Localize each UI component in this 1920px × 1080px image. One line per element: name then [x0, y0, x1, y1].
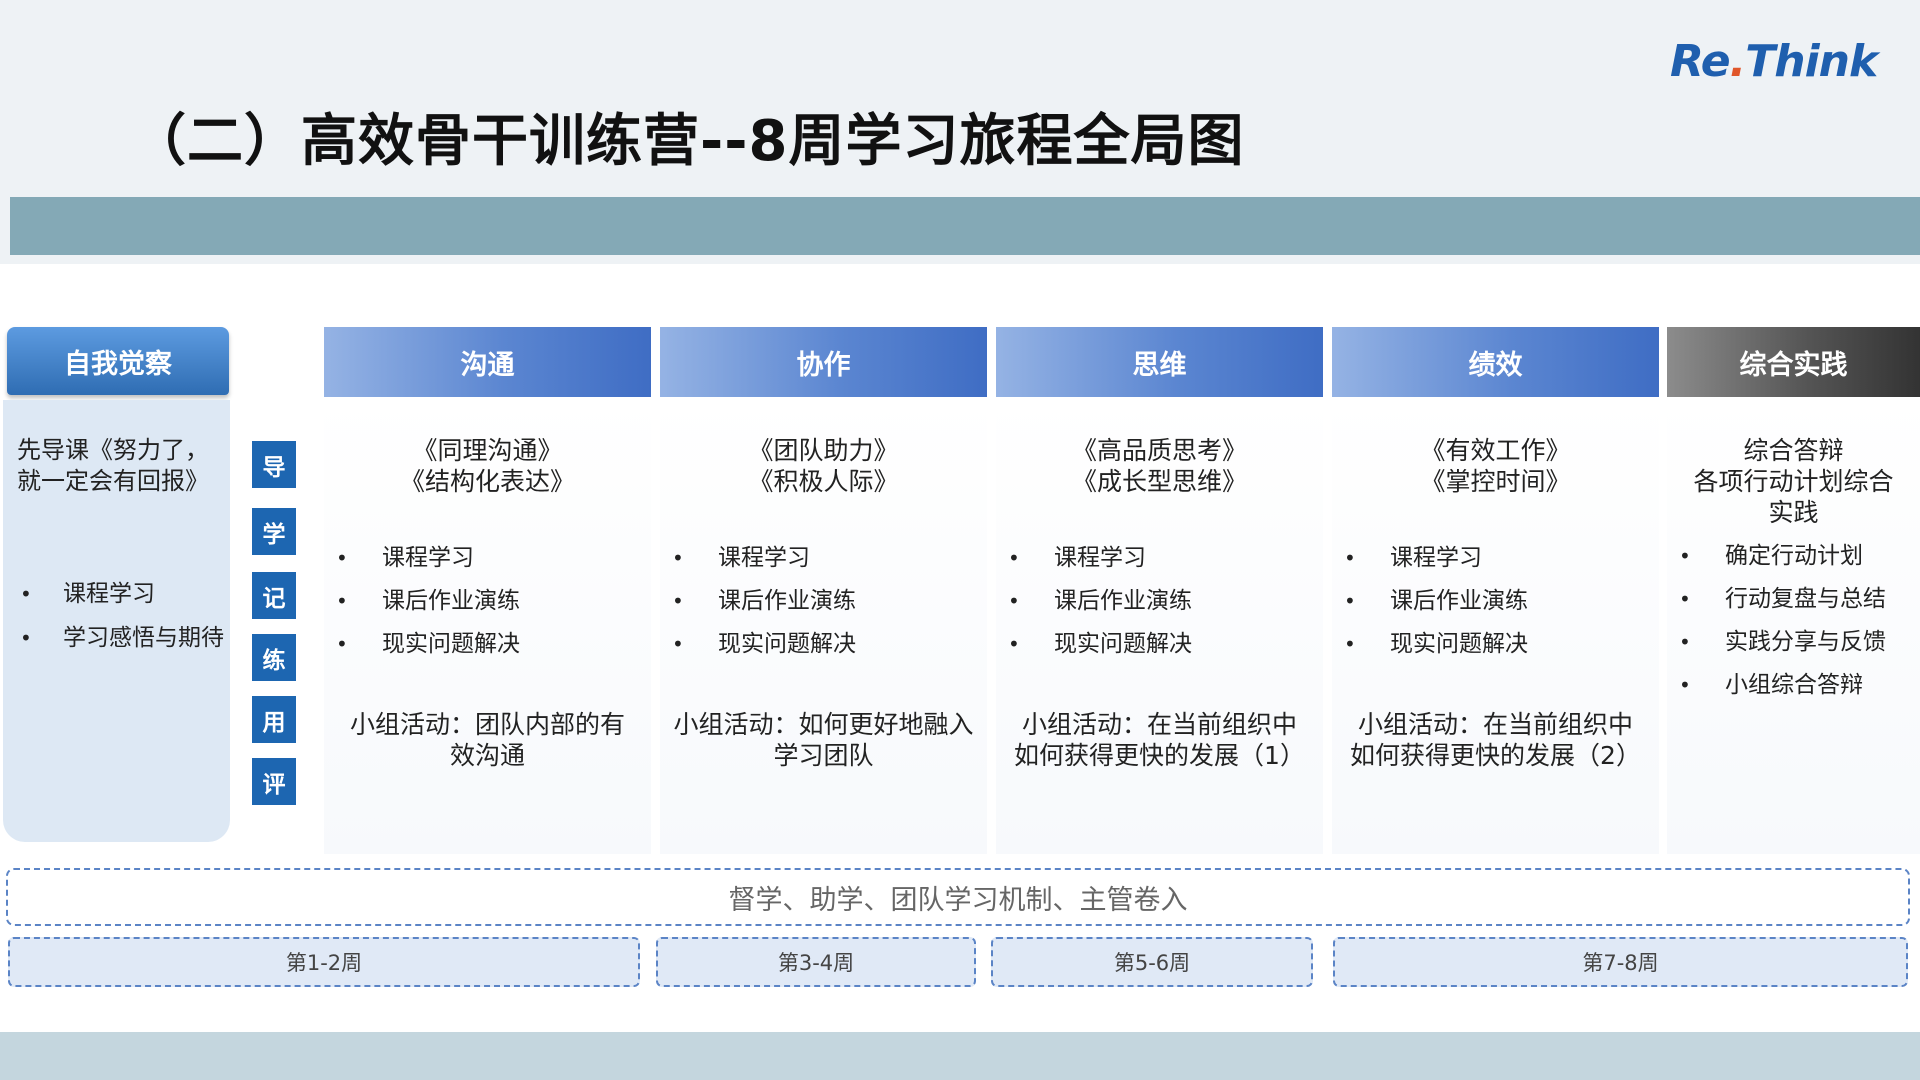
column-body-communication: 《同理沟通》 《结构化表达》 课程学习 课后作业演练 现实问题解决 小组活动：团…	[324, 397, 651, 854]
activity-list: 课程学习 课后作业演练 现实问题解决	[660, 537, 856, 666]
step-practice: 练	[252, 634, 296, 681]
column-header-communication: 沟通	[324, 327, 651, 397]
list-item: 课程学习	[3, 572, 224, 616]
list-item: 现实问题解决	[660, 623, 856, 666]
list-item: 现实问题解决	[1332, 623, 1528, 666]
course-title: 《有效工作》	[1420, 436, 1571, 465]
column-body-practice: 综合答辩 各项行动计划综合 实践 确定行动计划 行动复盘与总结 实践分享与反馈 …	[1667, 397, 1920, 854]
activity-list: 课程学习 课后作业演练 现实问题解决	[324, 537, 520, 666]
column-body-collaboration: 《团队助力》 《积极人际》 课程学习 课后作业演练 现实问题解决 小组活动：如何…	[660, 397, 987, 854]
course-list: 《团队助力》 《积极人际》	[660, 435, 987, 497]
logo-dot: .	[1729, 36, 1747, 87]
course-title: 《积极人际》	[748, 467, 899, 496]
page-title: （二）高效骨干训练营--8周学习旅程全局图	[130, 109, 1245, 174]
course-title: 《成长型思维》	[1071, 467, 1247, 496]
column-body-performance: 《有效工作》 《掌控时间》 课程学习 课后作业演练 现实问题解决 小组活动：在当…	[1332, 397, 1659, 854]
column-header-thinking: 思维	[996, 327, 1323, 397]
list-item: 现实问题解决	[996, 623, 1192, 666]
title-divider-bar	[10, 197, 1920, 255]
group-activity: 小组活动：在当前组织中 如何获得更快的发展（2）	[1332, 709, 1659, 771]
column-header-performance: 绩效	[1332, 327, 1659, 397]
logo-text-re: Re	[1670, 36, 1731, 87]
step-record: 记	[252, 572, 296, 619]
course-title: 《高品质思考》	[1071, 436, 1247, 465]
self-awareness-body: 先导课《努力了， 就一定会有回报》 课程学习 学习感悟与期待	[3, 400, 230, 842]
course-title: 《团队助力》	[748, 436, 899, 465]
intro-line: 先导课《努力了，	[17, 436, 209, 464]
course-title: 《同理沟通》	[412, 436, 563, 465]
list-item: 课程学习	[324, 537, 520, 580]
list-item: 现实问题解决	[324, 623, 520, 666]
activity-line: 学习团队	[773, 741, 874, 770]
course-list: 综合答辩 各项行动计划综合 实践	[1667, 435, 1920, 528]
list-item: 课程学习	[1332, 537, 1528, 580]
self-awareness-list: 课程学习 学习感悟与期待	[3, 572, 224, 660]
activity-line: 如何获得更快的发展（2）	[1350, 741, 1641, 770]
course-title: 《结构化表达》	[399, 467, 575, 496]
list-item: 课后作业演练	[660, 580, 856, 623]
support-mechanism-bar: 督学、助学、团队学习机制、主管卷入	[6, 868, 1910, 926]
activity-list: 课程学习 课后作业演练 现实问题解决	[996, 537, 1192, 666]
course-title: 综合答辩	[1743, 436, 1844, 465]
week-range: 第1-2周	[8, 937, 640, 987]
step-guide: 导	[252, 441, 296, 488]
course-list: 《高品质思考》 《成长型思维》	[996, 435, 1323, 497]
course-title: 各项行动计划综合	[1693, 467, 1894, 496]
logo-text-think: Think	[1745, 36, 1878, 87]
activity-line: 小组活动：在当前组织中	[1357, 710, 1633, 739]
activity-line: 小组活动：在当前组织中	[1021, 710, 1297, 739]
list-item: 课后作业演练	[324, 580, 520, 623]
list-item: 课程学习	[660, 537, 856, 580]
week-range: 第3-4周	[656, 937, 976, 987]
rethink-logo: Re.Think	[1670, 36, 1878, 87]
list-item: 实践分享与反馈	[1667, 621, 1886, 664]
list-item: 学习感悟与期待	[3, 616, 224, 660]
footer-band	[0, 1032, 1920, 1080]
step-apply: 用	[252, 696, 296, 743]
activity-line: 如何获得更快的发展（1）	[1014, 741, 1305, 770]
self-awareness-header: 自我觉察	[7, 327, 229, 395]
course-title: 实践	[1768, 498, 1819, 527]
activity-line: 小组活动：团队内部的有	[349, 710, 625, 739]
group-activity: 小组活动：如何更好地融入 学习团队	[660, 709, 987, 771]
activity-line: 效沟通	[449, 741, 525, 770]
group-activity: 小组活动：团队内部的有 效沟通	[324, 709, 651, 771]
course-list: 《同理沟通》 《结构化表达》	[324, 435, 651, 497]
list-item: 课后作业演练	[996, 580, 1192, 623]
list-item: 课程学习	[996, 537, 1192, 580]
list-item: 行动复盘与总结	[1667, 578, 1886, 621]
group-activity: 小组活动：在当前组织中 如何获得更快的发展（1）	[996, 709, 1323, 771]
step-evaluate: 评	[252, 758, 296, 805]
week-range: 第5-6周	[991, 937, 1313, 987]
activity-list: 课程学习 课后作业演练 现实问题解决	[1332, 537, 1528, 666]
course-title: 《掌控时间》	[1420, 467, 1571, 496]
activity-line: 小组活动：如何更好地融入	[673, 710, 974, 739]
step-learn: 学	[252, 508, 296, 555]
list-item: 课后作业演练	[1332, 580, 1528, 623]
intro-line: 就一定会有回报》	[17, 467, 209, 495]
activity-list: 确定行动计划 行动复盘与总结 实践分享与反馈 小组综合答辩	[1667, 535, 1886, 707]
list-item: 确定行动计划	[1667, 535, 1886, 578]
course-list: 《有效工作》 《掌控时间》	[1332, 435, 1659, 497]
column-header-collaboration: 协作	[660, 327, 987, 397]
list-item: 小组综合答辩	[1667, 664, 1886, 707]
week-range: 第7-8周	[1333, 937, 1908, 987]
column-header-practice: 综合实践	[1667, 327, 1920, 397]
self-awareness-intro: 先导课《努力了， 就一定会有回报》	[17, 435, 209, 497]
column-body-thinking: 《高品质思考》 《成长型思维》 课程学习 课后作业演练 现实问题解决 小组活动：…	[996, 397, 1323, 854]
